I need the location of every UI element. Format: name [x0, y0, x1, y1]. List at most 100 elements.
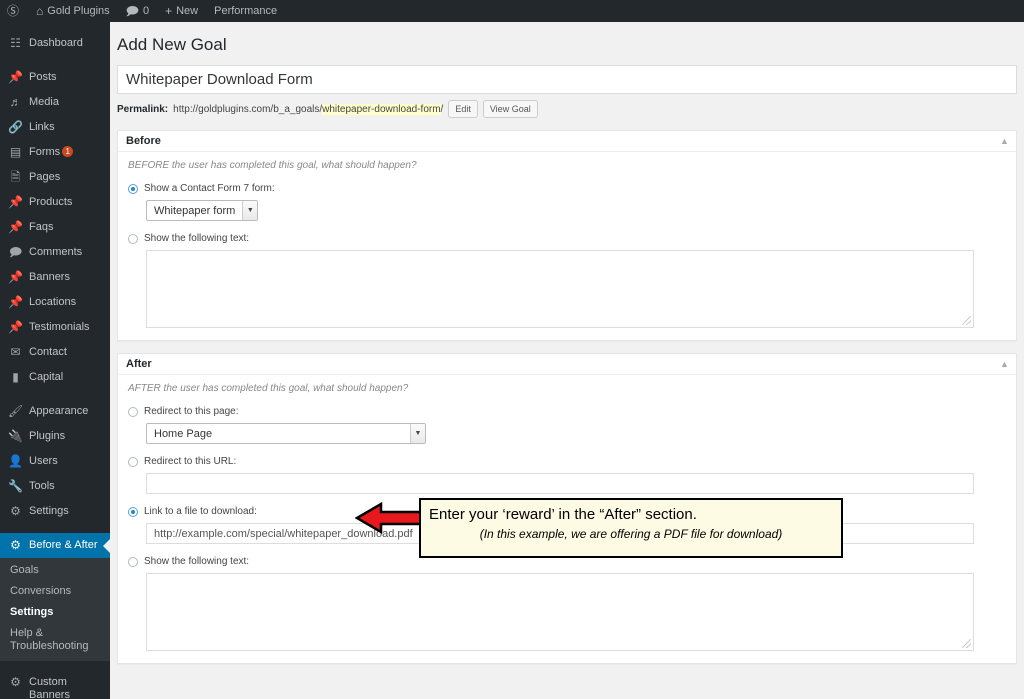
- radio-show-contact-form[interactable]: [128, 183, 138, 194]
- option-label: Redirect to this page:: [144, 406, 239, 417]
- pin-icon: 📌: [8, 320, 23, 334]
- sidebar-item-label: Appearance: [29, 405, 89, 417]
- submenu-item-conversions[interactable]: Conversions: [0, 581, 110, 602]
- sidebar-item-faqs[interactable]: 📌 Faqs: [0, 215, 110, 240]
- redirect-page-select-value: Home Page: [154, 427, 213, 440]
- before-form-select-wrap: Whitepaper form ▼: [146, 200, 1006, 221]
- before-text-textarea[interactable]: [146, 250, 974, 328]
- wordpress-logo-button[interactable]: Ⓢ: [0, 0, 28, 22]
- permalink-slug: whitepaper-download-form: [322, 103, 441, 115]
- sidebar-item-plugins[interactable]: 🔌 Plugins: [0, 424, 110, 449]
- contact-form-select[interactable]: Whitepaper form ▼: [146, 200, 259, 221]
- after-text-textarea[interactable]: [146, 573, 974, 651]
- comments-bubble[interactable]: 🗩 0: [118, 0, 157, 22]
- view-goal-button[interactable]: View Goal: [482, 100, 538, 118]
- sidebar-item-before-and-after[interactable]: ⚙ Before & After: [0, 533, 110, 558]
- sidebar-item-dashboard[interactable]: ☷ Dashboard: [0, 31, 110, 56]
- sidebar-item-settings[interactable]: ⚙ Settings: [0, 499, 110, 524]
- after-textarea-wrap: [146, 573, 1006, 651]
- admin-bar: Ⓢ ⌂ Gold Plugins 🗩 0 + New Performance: [0, 0, 1024, 22]
- sidebar-item-comments[interactable]: 🗩 Comments: [0, 240, 110, 265]
- submenu-item-help-troubleshooting[interactable]: Help & Troubleshooting: [0, 623, 110, 657]
- sidebar-submenu: Goals Conversions Settings Help & Troubl…: [0, 558, 110, 661]
- sidebar-item-posts[interactable]: 📌 Posts: [0, 65, 110, 90]
- before-option-contact-form[interactable]: Show a Contact Form 7 form:: [128, 183, 1006, 194]
- resize-grip-icon[interactable]: [962, 639, 971, 648]
- sidebar-item-label: Locations: [29, 296, 77, 308]
- page-title: Add New Goal: [117, 35, 227, 54]
- submenu-item-goals[interactable]: Goals: [0, 560, 110, 581]
- sidebar-item-users[interactable]: 👤 Users: [0, 449, 110, 474]
- sidebar-item-label: Plugins: [29, 430, 66, 442]
- sidebar-item-custom-banners-settings[interactable]: ⚙ Custom Banners Settings: [0, 670, 110, 699]
- menu-spacer: [0, 22, 110, 31]
- before-textarea-wrap: [146, 250, 1006, 328]
- option-label: Show the following text:: [144, 556, 250, 567]
- new-content-menu[interactable]: + New: [157, 0, 206, 22]
- left-arrow-icon: [355, 501, 425, 535]
- sidebar-item-links[interactable]: 🔗 Links: [0, 115, 110, 140]
- post-title-input[interactable]: [117, 65, 1017, 94]
- radio-show-text[interactable]: [128, 233, 138, 244]
- redirect-url-input[interactable]: [146, 473, 974, 494]
- comment-count: 0: [142, 5, 150, 17]
- permalink-value: http://goldplugins.com/b_a_goals/whitepa…: [173, 103, 444, 115]
- sidebar-item-label: Links: [29, 121, 55, 133]
- sidebar-item-banners[interactable]: 📌 Banners: [0, 265, 110, 290]
- collapse-icon[interactable]: ▲: [999, 359, 1010, 370]
- option-label: Redirect to this URL:: [144, 456, 237, 467]
- radio-link-to-file[interactable]: [128, 506, 138, 517]
- sidebar-item-products[interactable]: 📌 Products: [0, 190, 110, 215]
- capital-icon: ▮: [12, 370, 19, 384]
- sidebar-item-tools[interactable]: 🔧 Tools: [0, 474, 110, 499]
- media-icon: ♬: [9, 95, 22, 109]
- annotation-line-2: (In this example, we are offering a PDF …: [479, 527, 783, 541]
- sidebar-item-testimonials[interactable]: 📌 Testimonials: [0, 315, 110, 340]
- after-option-redirect-page[interactable]: Redirect to this page:: [128, 406, 1006, 417]
- option-label: Link to a file to download:: [144, 506, 257, 517]
- permalink-row: Permalink: http://goldplugins.com/b_a_go…: [117, 100, 1024, 118]
- sidebar-item-label: Products: [29, 196, 73, 208]
- resize-grip-icon[interactable]: [962, 316, 971, 325]
- settings-icon: ⚙: [10, 504, 21, 518]
- pin-icon: 📌: [8, 220, 23, 234]
- sidebar-item-label: Users: [29, 455, 58, 467]
- after-option-redirect-url[interactable]: Redirect to this URL:: [128, 456, 1006, 467]
- edit-permalink-button[interactable]: Edit: [448, 100, 478, 118]
- after-metabox-title: After: [126, 358, 152, 370]
- sidebar-item-label: Before & After: [29, 539, 98, 551]
- pin-icon: 📌: [8, 295, 23, 309]
- before-option-show-text[interactable]: Show the following text:: [128, 233, 1006, 244]
- radio-show-text-after[interactable]: [128, 556, 138, 567]
- user-icon: 👤: [8, 454, 23, 468]
- comment-bubble-icon: 🗩: [125, 4, 139, 18]
- pin-icon: 📌: [8, 70, 23, 84]
- sidebar-item-contact[interactable]: ✉ Contact: [0, 340, 110, 365]
- annotation-callout: Enter your ‘reward’ in the “After” secti…: [419, 498, 843, 558]
- new-label: New: [176, 5, 199, 17]
- after-metabox-header[interactable]: After ▲: [118, 354, 1016, 375]
- radio-redirect-page[interactable]: [128, 406, 138, 417]
- site-name-menu[interactable]: ⌂ Gold Plugins: [28, 0, 118, 22]
- sidebar-item-forms[interactable]: ▤ Forms 1: [0, 140, 110, 165]
- admin-sidebar: ☷ Dashboard 📌 Posts ♬ Media 🔗 Links ▤ Fo…: [0, 22, 110, 699]
- sidebar-item-media[interactable]: ♬ Media: [0, 90, 110, 115]
- site-name-label: Gold Plugins: [47, 5, 110, 17]
- radio-redirect-url[interactable]: [128, 456, 138, 467]
- sidebar-item-pages[interactable]: 🗎 Pages: [0, 165, 110, 190]
- permalink-label: Permalink:: [117, 103, 169, 115]
- performance-menu[interactable]: Performance: [206, 0, 285, 22]
- sidebar-item-locations[interactable]: 📌 Locations: [0, 290, 110, 315]
- after-description: AFTER the user has completed this goal, …: [128, 383, 409, 394]
- page-icon: 🗎: [10, 170, 21, 184]
- sidebar-item-capital[interactable]: ▮ Capital: [0, 365, 110, 390]
- before-metabox: Before ▲ BEFORE the user has completed t…: [117, 130, 1017, 341]
- before-metabox-header[interactable]: Before ▲: [118, 131, 1016, 152]
- collapse-icon[interactable]: ▲: [999, 136, 1010, 147]
- wrench-icon: 🔧: [8, 479, 23, 493]
- redirect-page-select[interactable]: Home Page ▼: [146, 423, 426, 444]
- submenu-item-settings[interactable]: Settings: [0, 602, 110, 623]
- sidebar-item-appearance[interactable]: 🖌 Appearance: [0, 399, 110, 424]
- sidebar-item-label: Forms 1: [29, 146, 104, 159]
